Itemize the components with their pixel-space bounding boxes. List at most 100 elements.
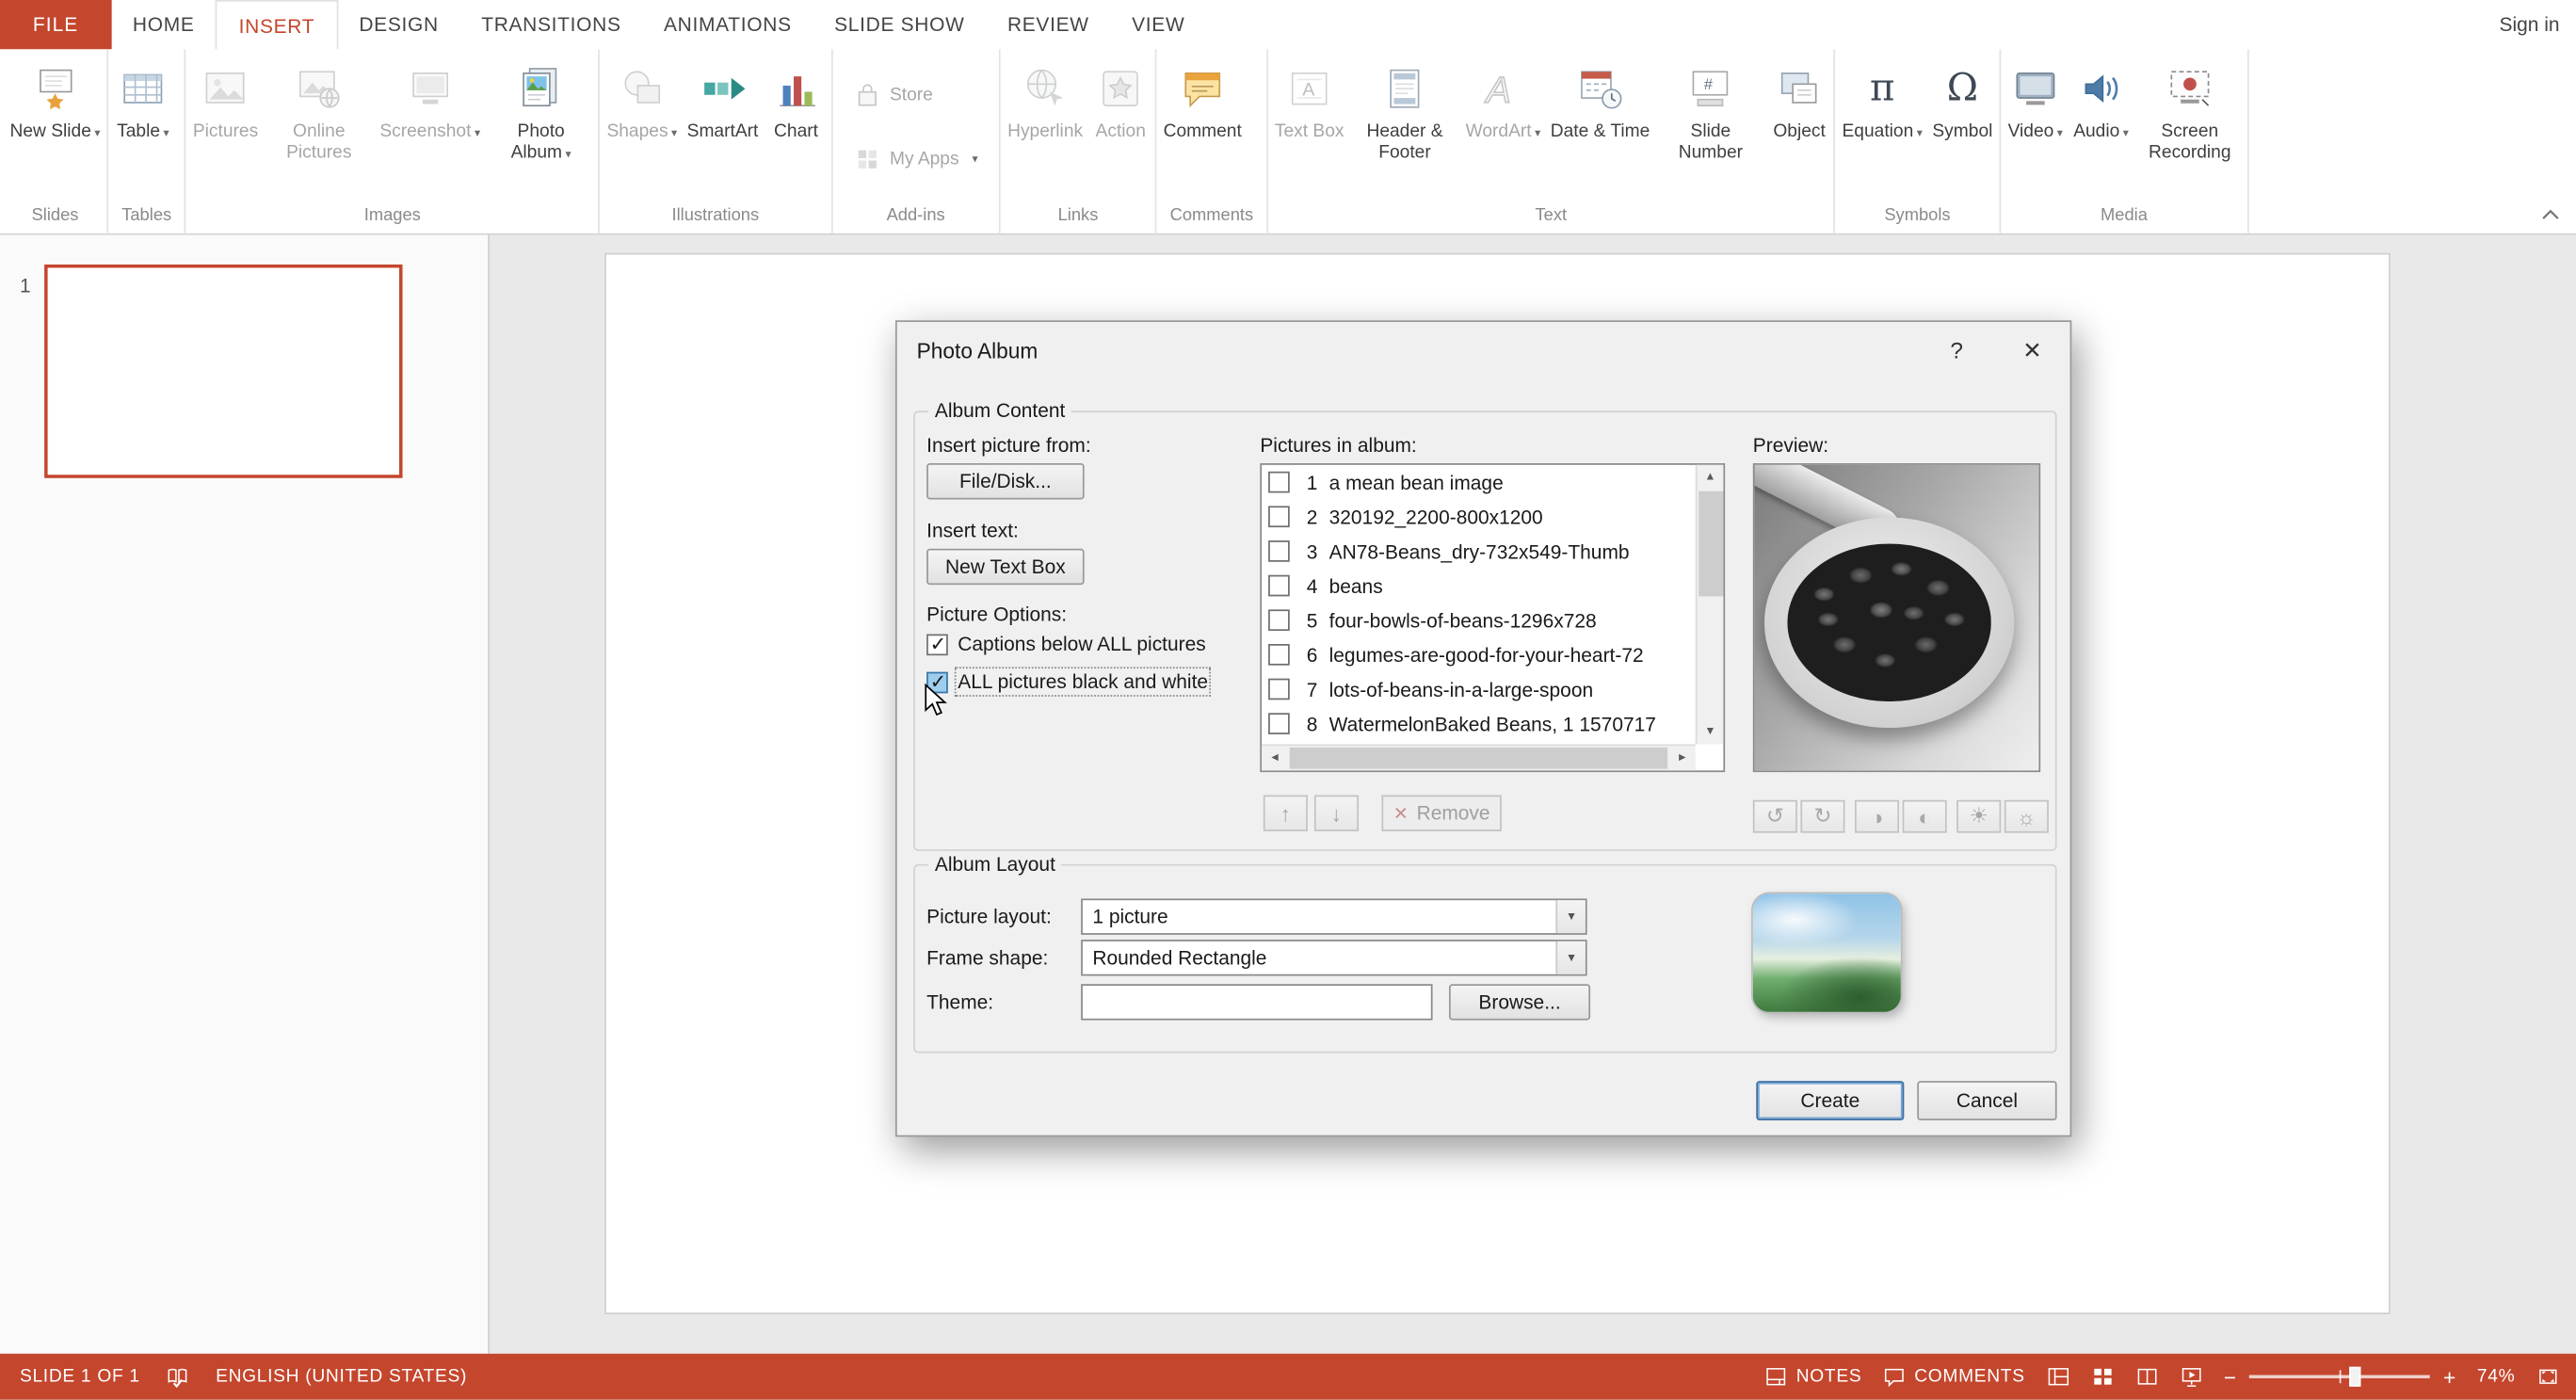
- tab-design[interactable]: DESIGN: [338, 0, 460, 49]
- scroll-down-icon[interactable]: ▼: [1697, 719, 1723, 744]
- rotate-right-button[interactable]: ↻: [1800, 800, 1844, 833]
- chevron-down-icon[interactable]: ▼: [1555, 900, 1585, 933]
- zoom-slider[interactable]: [2249, 1375, 2430, 1377]
- picture-checkbox[interactable]: [1268, 575, 1290, 597]
- tab-animations[interactable]: ANIMATIONS: [642, 0, 813, 49]
- horizontal-scrollbar[interactable]: ◄ ►: [1262, 744, 1696, 770]
- audio-button[interactable]: Audio▾: [2069, 51, 2134, 203]
- notes-toggle[interactable]: NOTES: [1765, 1365, 1862, 1388]
- contrast-up-button[interactable]: ◑: [1855, 800, 1899, 833]
- tab-slide-show[interactable]: SLIDE SHOW: [813, 0, 986, 49]
- close-icon[interactable]: ✕: [1994, 322, 2069, 378]
- tab-view[interactable]: VIEW: [1110, 0, 1206, 49]
- sign-in-link[interactable]: Sign in: [2483, 0, 2576, 49]
- move-picture-down-button[interactable]: ↓: [1314, 796, 1359, 831]
- picture-layout-select[interactable]: 1 picture ▼: [1081, 898, 1586, 934]
- brightness-up-button[interactable]: ☀: [1956, 800, 2001, 833]
- collapse-ribbon-icon[interactable]: [2541, 202, 2559, 225]
- picture-checkbox[interactable]: [1268, 644, 1290, 666]
- vertical-scroll-thumb[interactable]: [1699, 491, 1723, 597]
- tab-review[interactable]: REVIEW: [986, 0, 1110, 49]
- help-icon[interactable]: ?: [1919, 322, 1994, 378]
- normal-view-button[interactable]: [2046, 1365, 2069, 1388]
- picture-row[interactable]: 7lots-of-beans-in-a-large-spoon: [1262, 672, 1696, 707]
- move-picture-up-button[interactable]: ↑: [1264, 796, 1308, 831]
- file-disk-button[interactable]: File/Disk...: [926, 463, 1085, 499]
- cancel-button[interactable]: Cancel: [1917, 1081, 2056, 1120]
- picture-row[interactable]: 4beans: [1262, 569, 1696, 603]
- picture-row[interactable]: 5four-bowls-of-beans-1296x728: [1262, 603, 1696, 637]
- pictures-listbox[interactable]: 1a mean bean image 2320192_2200-800x1200…: [1260, 463, 1725, 772]
- online-pictures-button[interactable]: Online Pictures: [263, 51, 375, 203]
- picture-row[interactable]: 3AN78-Beans_dry-732x549-Thumb: [1262, 534, 1696, 569]
- screenshot-button[interactable]: Screenshot▾: [375, 51, 485, 203]
- captions-checkbox[interactable]: Captions below ALL pictures: [926, 633, 1206, 655]
- wordart-button[interactable]: A WordArt▾: [1460, 51, 1545, 203]
- create-button[interactable]: Create: [1756, 1081, 1904, 1120]
- frame-shape-select[interactable]: Rounded Rectangle ▼: [1081, 940, 1586, 975]
- scroll-up-icon[interactable]: ▲: [1697, 465, 1723, 490]
- slide-number-button[interactable]: # Slide Number: [1655, 51, 1767, 203]
- symbol-button[interactable]: Ω Symbol: [1927, 51, 1997, 203]
- smartart-button[interactable]: SmartArt: [682, 51, 763, 203]
- new-text-box-button[interactable]: New Text Box: [926, 549, 1085, 585]
- store-button[interactable]: Store: [841, 75, 991, 115]
- date-time-button[interactable]: Date & Time: [1545, 51, 1654, 203]
- picture-row[interactable]: 8WatermelonBaked Beans, 1 1570717: [1262, 706, 1696, 741]
- picture-checkbox[interactable]: [1268, 472, 1290, 493]
- photo-album-button[interactable]: Photo Album▾: [485, 51, 597, 203]
- comments-toggle[interactable]: COMMENTS: [1883, 1365, 2025, 1388]
- contrast-down-button[interactable]: ◐: [1903, 800, 1947, 833]
- slide-thumbnail[interactable]: [44, 265, 402, 478]
- tab-home[interactable]: HOME: [111, 0, 216, 49]
- picture-checkbox[interactable]: [1268, 713, 1290, 734]
- chart-button[interactable]: Chart: [764, 51, 829, 203]
- picture-checkbox[interactable]: [1268, 609, 1290, 631]
- slide-show-button[interactable]: [2180, 1365, 2202, 1388]
- checkbox-checked-icon[interactable]: [926, 671, 948, 693]
- dialog-title-bar[interactable]: Photo Album ? ✕: [897, 322, 2070, 378]
- tab-transitions[interactable]: TRANSITIONS: [460, 0, 643, 49]
- spell-check-button[interactable]: [167, 1365, 189, 1388]
- fit-slide-button[interactable]: [2536, 1365, 2559, 1388]
- picture-row[interactable]: 1a mean bean image: [1262, 465, 1696, 500]
- theme-input[interactable]: [1081, 984, 1432, 1020]
- checkbox-checked-icon[interactable]: [926, 634, 948, 655]
- scroll-left-icon[interactable]: ◄: [1262, 746, 1288, 770]
- video-button[interactable]: Video▾: [2003, 51, 2069, 203]
- slide-sorter-view-button[interactable]: [2091, 1365, 2114, 1388]
- picture-row[interactable]: 6legumes-are-good-for-your-heart-72: [1262, 637, 1696, 672]
- action-button[interactable]: Action: [1087, 51, 1153, 203]
- tab-insert[interactable]: INSERT: [216, 0, 337, 49]
- new-slide-button[interactable]: New Slide▾: [5, 51, 105, 203]
- picture-checkbox[interactable]: [1268, 679, 1290, 700]
- scroll-right-icon[interactable]: ►: [1669, 746, 1696, 770]
- brightness-down-button[interactable]: ☼: [2004, 800, 2049, 833]
- rotate-left-button[interactable]: ↺: [1753, 800, 1797, 833]
- tab-file[interactable]: FILE: [0, 0, 111, 49]
- language-indicator[interactable]: ENGLISH (UNITED STATES): [216, 1367, 467, 1387]
- zoom-slider-thumb[interactable]: [2349, 1367, 2360, 1387]
- browse-button[interactable]: Browse...: [1449, 984, 1590, 1020]
- hyperlink-button[interactable]: Hyperlink: [1003, 51, 1087, 203]
- black-and-white-checkbox[interactable]: ALL pictures black and white: [926, 670, 1208, 693]
- vertical-scrollbar[interactable]: ▲ ▼: [1696, 465, 1724, 745]
- table-button[interactable]: Table▾: [110, 51, 176, 203]
- picture-row[interactable]: 2320192_2200-800x1200: [1262, 499, 1696, 534]
- picture-checkbox[interactable]: [1268, 506, 1290, 527]
- equation-button[interactable]: π Equation▾: [1837, 51, 1927, 203]
- shapes-button[interactable]: Shapes▾: [602, 51, 682, 203]
- pictures-button[interactable]: Pictures: [188, 51, 264, 203]
- horizontal-scroll-thumb[interactable]: [1290, 748, 1667, 769]
- zoom-level[interactable]: 74%: [2477, 1367, 2516, 1387]
- reading-view-button[interactable]: [2135, 1365, 2158, 1388]
- screen-recording-button[interactable]: Screen Recording: [2133, 51, 2246, 203]
- comment-button[interactable]: Comment: [1158, 51, 1247, 203]
- chevron-down-icon[interactable]: ▼: [1555, 941, 1585, 974]
- zoom-out-button[interactable]: −: [2224, 1366, 2236, 1388]
- header-footer-button[interactable]: Header & Footer: [1349, 51, 1461, 203]
- my-apps-button[interactable]: My Apps ▾: [841, 139, 991, 179]
- remove-picture-button[interactable]: ✕ Remove: [1381, 796, 1501, 831]
- slide-indicator[interactable]: SLIDE 1 OF 1: [20, 1367, 140, 1387]
- object-button[interactable]: Object: [1766, 51, 1832, 203]
